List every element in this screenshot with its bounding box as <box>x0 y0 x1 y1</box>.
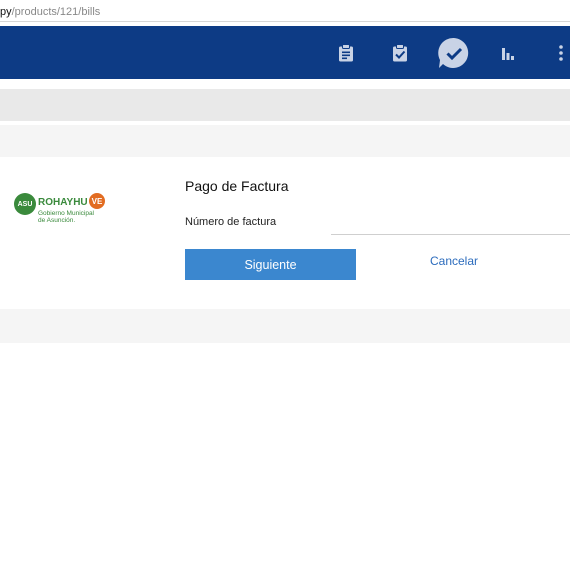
logo-subtitle-line2: de Asunción. <box>38 217 76 224</box>
logo-subtitle-line1: Gobierno Municipal <box>38 210 95 217</box>
form-title: Pago de Factura <box>185 178 289 194</box>
next-button[interactable]: Siguiente <box>185 249 356 280</box>
asu-badge: ASU <box>14 193 36 215</box>
logo-wordmark: ROHAYHU <box>38 197 88 208</box>
top-navigation-bar <box>0 26 570 79</box>
subheader-band <box>0 125 570 157</box>
url-text: py/products/121/bills <box>0 6 100 18</box>
url-host: py <box>0 6 12 18</box>
bill-number-label: Número de factura <box>185 216 277 228</box>
clipboard-check-icon[interactable] <box>388 26 412 79</box>
url-path: /products/121/bills <box>11 6 101 18</box>
more-vertical-icon[interactable] <box>552 26 570 79</box>
logo-accent: VE <box>89 193 105 209</box>
rohayhuve-logo: ASU ROHAYHU VE Gobierno Municipal de Asu… <box>14 193 114 227</box>
bar-chart-icon[interactable] <box>497 26 519 79</box>
bill-number-input[interactable] <box>331 212 570 235</box>
browser-url-bar[interactable]: py/products/121/bills <box>0 0 570 22</box>
footer-band <box>0 309 570 343</box>
clipboard-icon[interactable] <box>334 26 358 79</box>
cancel-button[interactable]: Cancelar <box>418 251 490 271</box>
check-bubble-icon[interactable] <box>437 26 471 79</box>
header-band <box>0 89 570 121</box>
